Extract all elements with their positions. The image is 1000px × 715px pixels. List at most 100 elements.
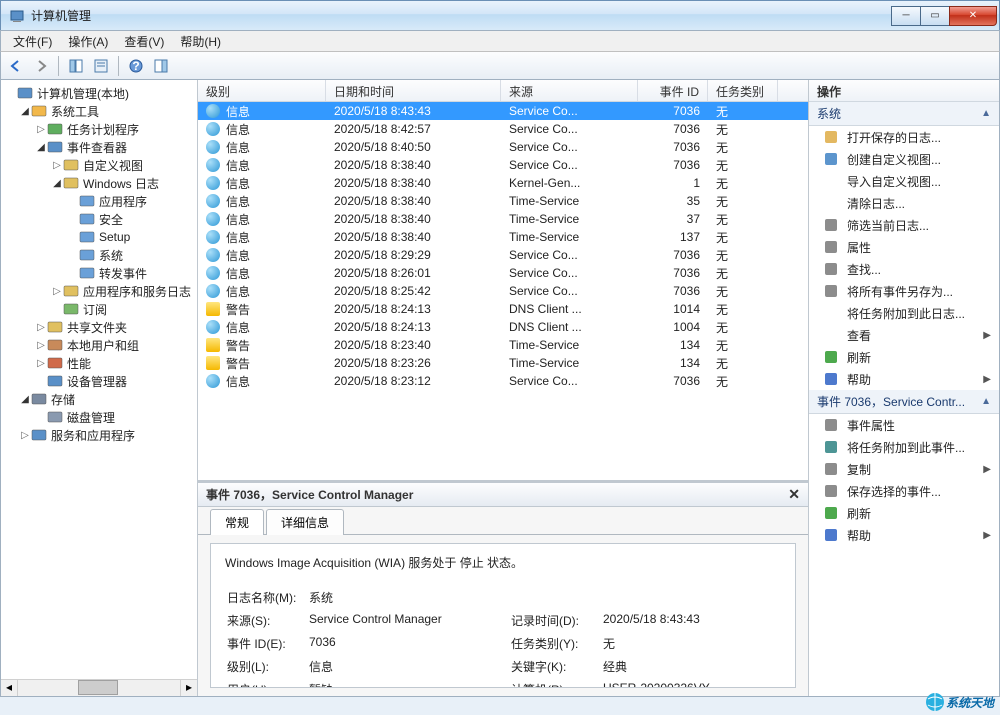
- lbl-computer: 计算机(R):: [511, 679, 601, 688]
- menu-file[interactable]: 文件(F): [5, 31, 60, 52]
- back-button[interactable]: [5, 55, 27, 77]
- table-row[interactable]: 信息2020/5/18 8:38:40Time-Service137无: [198, 228, 808, 246]
- table-row[interactable]: 信息2020/5/18 8:38:40Time-Service37无: [198, 210, 808, 228]
- table-row[interactable]: 信息2020/5/18 8:43:43Service Co...7036无: [198, 102, 808, 120]
- actions-section-system[interactable]: 系统▲: [809, 102, 999, 126]
- action-item[interactable]: 事件属性: [809, 414, 999, 436]
- maximize-button[interactable]: ▭: [920, 6, 950, 26]
- action-item[interactable]: 刷新: [809, 346, 999, 368]
- table-row[interactable]: 信息2020/5/18 8:24:13DNS Client ...1004无: [198, 318, 808, 336]
- expand-icon[interactable]: ▷: [35, 124, 47, 135]
- actions-section-event[interactable]: 事件 7036，Service Contr...▲: [809, 390, 999, 414]
- action-item[interactable]: 帮助▶: [809, 524, 999, 546]
- tree-item[interactable]: ▷服务和应用程序: [1, 426, 197, 444]
- expand-icon[interactable]: ▷: [51, 286, 63, 297]
- col-category[interactable]: 任务类别: [708, 80, 778, 101]
- tree-item[interactable]: ◢事件查看器: [1, 138, 197, 156]
- tree-scrollbar[interactable]: ◂▸: [1, 679, 197, 696]
- action-icon: [823, 417, 839, 433]
- action-label: 帮助: [847, 371, 871, 388]
- tree-item-label: 应用程序和服务日志: [83, 283, 191, 300]
- table-row[interactable]: 警告2020/5/18 8:23:26Time-Service134无: [198, 354, 808, 372]
- col-eventid[interactable]: 事件 ID: [638, 80, 708, 101]
- table-row[interactable]: 警告2020/5/18 8:24:13DNS Client ...1014无: [198, 300, 808, 318]
- tree-item-label: 磁盘管理: [67, 409, 115, 426]
- tree-item[interactable]: Setup: [1, 228, 197, 246]
- action-item[interactable]: 导入自定义视图...: [809, 170, 999, 192]
- expand-icon[interactable]: ▷: [51, 160, 63, 171]
- table-row[interactable]: 信息2020/5/18 8:29:29Service Co...7036无: [198, 246, 808, 264]
- action-item[interactable]: 复制▶: [809, 458, 999, 480]
- tree-item[interactable]: ◢Windows 日志: [1, 174, 197, 192]
- action-label: 复制: [847, 461, 871, 478]
- properties-button[interactable]: [90, 55, 112, 77]
- expand-icon[interactable]: ▷: [35, 358, 47, 369]
- table-row[interactable]: 信息2020/5/18 8:38:40Kernel-Gen...1无: [198, 174, 808, 192]
- detail-title: 事件 7036，Service Control Manager: [206, 486, 413, 503]
- expand-icon[interactable]: ◢: [19, 394, 31, 405]
- table-row[interactable]: 信息2020/5/18 8:40:50Service Co...7036无: [198, 138, 808, 156]
- tree-item[interactable]: ▷ 应用程序和服务日志: [1, 282, 197, 300]
- close-button[interactable]: ✕: [949, 6, 997, 26]
- action-item[interactable]: 保存选择的事件...: [809, 480, 999, 502]
- detail-close-button[interactable]: ✕: [788, 486, 800, 503]
- table-row[interactable]: 信息2020/5/18 8:26:01Service Co...7036无: [198, 264, 808, 282]
- tree-item[interactable]: ▷本地用户和组: [1, 336, 197, 354]
- action-item[interactable]: 将所有事件另存为...: [809, 280, 999, 302]
- action-item[interactable]: 打开保存的日志...: [809, 126, 999, 148]
- table-row[interactable]: 信息2020/5/18 8:25:42Service Co...7036无: [198, 282, 808, 300]
- action-pane-button[interactable]: [150, 55, 172, 77]
- tab-general[interactable]: 常规: [210, 509, 264, 535]
- show-hide-tree-button[interactable]: [65, 55, 87, 77]
- col-datetime[interactable]: 日期和时间: [326, 80, 501, 101]
- tree-item[interactable]: 磁盘管理: [1, 408, 197, 426]
- expand-icon[interactable]: ▷: [35, 340, 47, 351]
- help-button[interactable]: ?: [125, 55, 147, 77]
- tree-item[interactable]: 设备管理器: [1, 372, 197, 390]
- tree-item[interactable]: ◢系统工具: [1, 102, 197, 120]
- expand-icon[interactable]: ▷: [35, 322, 47, 333]
- tree-item[interactable]: ▷任务计划程序: [1, 120, 197, 138]
- col-source[interactable]: 来源: [501, 80, 638, 101]
- action-item[interactable]: 刷新: [809, 502, 999, 524]
- tree-item[interactable]: ▷自定义视图: [1, 156, 197, 174]
- tree-item[interactable]: 安全: [1, 210, 197, 228]
- action-label: 将任务附加到此事件...: [847, 439, 965, 456]
- expand-icon[interactable]: ◢: [35, 142, 47, 153]
- action-item[interactable]: 查看▶: [809, 324, 999, 346]
- action-item[interactable]: 清除日志...: [809, 192, 999, 214]
- table-row[interactable]: 信息2020/5/18 8:38:40Time-Service35无: [198, 192, 808, 210]
- tree-item[interactable]: ▷共享文件夹: [1, 318, 197, 336]
- minimize-button[interactable]: ─: [891, 6, 921, 26]
- menu-help[interactable]: 帮助(H): [172, 31, 229, 52]
- table-row[interactable]: 信息2020/5/18 8:38:40Service Co...7036无: [198, 156, 808, 174]
- col-level[interactable]: 级别: [198, 80, 326, 101]
- action-label: 创建自定义视图...: [847, 151, 941, 168]
- expand-icon[interactable]: ◢: [51, 178, 63, 189]
- action-item[interactable]: 查找...: [809, 258, 999, 280]
- table-row[interactable]: 警告2020/5/18 8:23:40Time-Service134无: [198, 336, 808, 354]
- tree-item[interactable]: 系统: [1, 246, 197, 264]
- tree-item[interactable]: 订阅: [1, 300, 197, 318]
- tree-item[interactable]: 转发事件: [1, 264, 197, 282]
- action-item[interactable]: 属性: [809, 236, 999, 258]
- tree-item[interactable]: 应用程序: [1, 192, 197, 210]
- lbl-source: 来源(S):: [227, 610, 307, 631]
- action-item[interactable]: 创建自定义视图...: [809, 148, 999, 170]
- action-item[interactable]: 将任务附加到此事件...: [809, 436, 999, 458]
- table-row[interactable]: 信息2020/5/18 8:23:12Service Co...7036无: [198, 372, 808, 390]
- expand-icon[interactable]: ◢: [19, 106, 31, 117]
- menu-view[interactable]: 查看(V): [116, 31, 172, 52]
- action-item[interactable]: 筛选当前日志...: [809, 214, 999, 236]
- tree-item[interactable]: 计算机管理(本地): [1, 84, 197, 102]
- table-row[interactable]: 信息2020/5/18 8:42:57Service Co...7036无: [198, 120, 808, 138]
- tree-item[interactable]: ▷性能: [1, 354, 197, 372]
- cell-category: 无: [708, 211, 778, 228]
- forward-button[interactable]: [30, 55, 52, 77]
- tab-details[interactable]: 详细信息: [266, 509, 344, 535]
- menu-action[interactable]: 操作(A): [60, 31, 116, 52]
- tree-item[interactable]: ◢存储: [1, 390, 197, 408]
- action-item[interactable]: 将任务附加到此日志...: [809, 302, 999, 324]
- action-item[interactable]: 帮助▶: [809, 368, 999, 390]
- expand-icon[interactable]: ▷: [19, 430, 31, 441]
